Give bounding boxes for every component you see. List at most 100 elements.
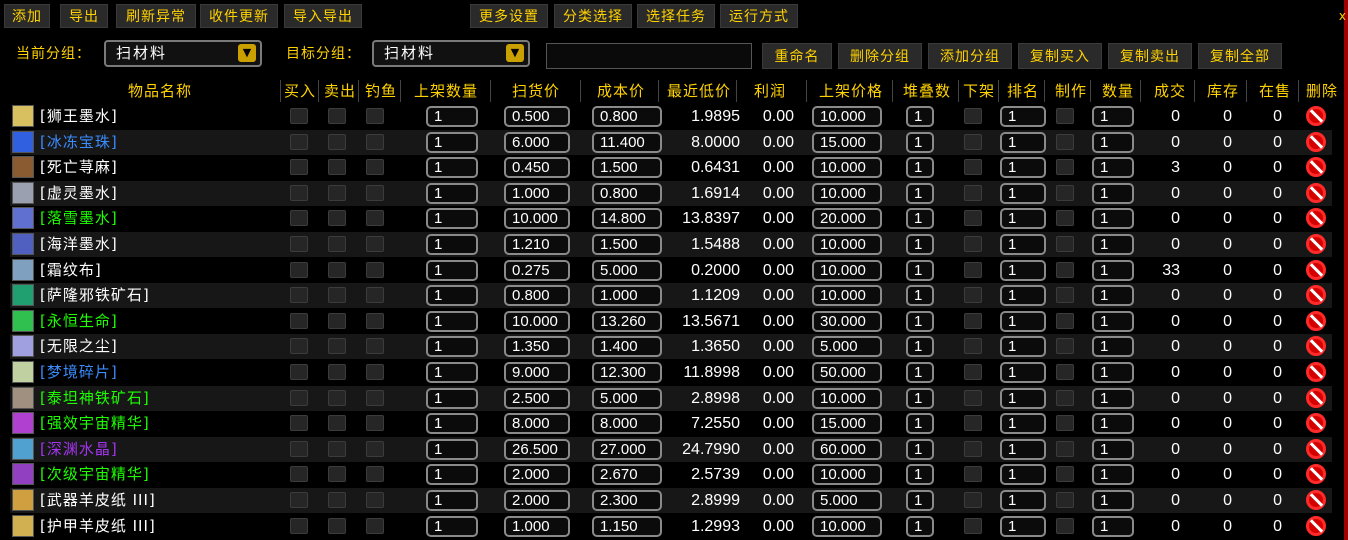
table-row[interactable]: [武器羊皮纸 III] 1 2.000 2.300 2.8999 0.00 5.000 1 1 1… <box>10 488 1332 513</box>
item-name-link[interactable]: [冰冻宝珠] <box>40 132 118 152</box>
sell-checkbox[interactable] <box>328 312 346 329</box>
count-input[interactable]: 1 <box>1092 182 1134 204</box>
fishing-checkbox[interactable] <box>366 108 384 124</box>
count-input[interactable]: 1 <box>1092 464 1134 486</box>
table-row[interactable]: [霜纹布] 1 0.275 5.000 0.2000 0.00 10.000 1 1 1 33 0 0 <box>10 258 1332 283</box>
rank-input[interactable]: 1 <box>1000 157 1046 179</box>
unlist-checkbox[interactable] <box>964 389 982 406</box>
buy-checkbox[interactable] <box>290 517 308 534</box>
list-qty-input[interactable]: 1 <box>426 234 478 255</box>
stack-input[interactable]: 1 <box>906 362 934 383</box>
sell-checkbox[interactable] <box>328 236 346 252</box>
cost-price-input[interactable]: 1.400 <box>592 336 662 358</box>
craft-checkbox[interactable] <box>1056 108 1074 124</box>
item-name-link[interactable]: [霜纹布] <box>40 260 102 280</box>
buy-checkbox[interactable] <box>290 415 308 432</box>
list-price-input[interactable]: 10.000 <box>812 464 882 486</box>
delete-icon[interactable] <box>1306 131 1326 152</box>
item-name-link[interactable]: [死亡荨麻] <box>40 157 118 177</box>
import-export-button[interactable]: 导入导出 <box>284 4 362 28</box>
list-price-input[interactable]: 10.000 <box>812 387 882 409</box>
item-name-link[interactable]: [护甲羊皮纸 III] <box>40 516 156 536</box>
cost-price-input[interactable]: 1.500 <box>592 157 662 179</box>
scan-price-input[interactable]: 26.500 <box>504 438 570 460</box>
category-select-button[interactable]: 分类选择 <box>554 4 632 28</box>
stack-input[interactable]: 1 <box>906 234 934 255</box>
count-input[interactable]: 1 <box>1092 157 1134 179</box>
craft-checkbox[interactable] <box>1056 287 1074 304</box>
count-input[interactable]: 1 <box>1092 490 1134 511</box>
item-name-link[interactable]: [虚灵墨水] <box>40 183 118 203</box>
unlist-checkbox[interactable] <box>964 261 982 278</box>
craft-checkbox[interactable] <box>1056 236 1074 252</box>
target-group-dropdown[interactable]: 扫材料 ▼ <box>372 40 530 67</box>
table-row[interactable]: [无限之尘] 1 1.350 1.400 1.3650 0.00 5.000 1 1 1 0 0 0 <box>10 334 1332 360</box>
list-price-input[interactable]: 10.000 <box>812 157 882 179</box>
unlist-checkbox[interactable] <box>964 159 982 176</box>
craft-checkbox[interactable] <box>1056 133 1074 150</box>
scan-price-input[interactable]: 1.210 <box>504 234 570 255</box>
delete-icon[interactable] <box>1306 182 1326 203</box>
fishing-checkbox[interactable] <box>366 492 384 508</box>
scan-price-input[interactable]: 2.500 <box>504 387 570 409</box>
unlist-checkbox[interactable] <box>964 466 982 483</box>
craft-checkbox[interactable] <box>1056 312 1074 329</box>
list-price-input[interactable]: 15.000 <box>812 131 882 153</box>
list-price-input[interactable]: 60.000 <box>812 438 882 460</box>
list-price-input[interactable]: 50.000 <box>812 362 882 383</box>
list-qty-input[interactable]: 1 <box>426 464 478 486</box>
list-price-input[interactable]: 5.000 <box>812 490 882 511</box>
craft-checkbox[interactable] <box>1056 210 1074 227</box>
list-qty-input[interactable]: 1 <box>426 362 478 383</box>
sell-checkbox[interactable] <box>328 338 346 355</box>
delete-icon[interactable] <box>1306 208 1326 229</box>
rename-button[interactable]: 重命名 <box>762 43 832 69</box>
sell-checkbox[interactable] <box>328 492 346 508</box>
list-price-input[interactable]: 10.000 <box>812 106 882 127</box>
unlist-checkbox[interactable] <box>964 236 982 252</box>
column-header[interactable]: 上架价格 <box>808 80 894 102</box>
unlist-checkbox[interactable] <box>964 492 982 508</box>
count-input[interactable]: 1 <box>1092 413 1134 435</box>
column-header[interactable]: 排名 <box>1000 80 1046 102</box>
export-button[interactable]: 导出 <box>60 4 108 28</box>
scan-price-input[interactable]: 2.000 <box>504 464 570 486</box>
current-group-dropdown[interactable]: 扫材料 ▼ <box>104 40 262 67</box>
table-row[interactable]: [虚灵墨水] 1 1.000 0.800 1.6914 0.00 10.000 1 1 1 0 0 0 <box>10 180 1332 206</box>
cost-price-input[interactable]: 0.800 <box>592 182 662 204</box>
craft-checkbox[interactable] <box>1056 517 1074 534</box>
fishing-checkbox[interactable] <box>366 466 384 483</box>
unlist-checkbox[interactable] <box>964 415 982 432</box>
item-name-link[interactable]: [武器羊皮纸 III] <box>40 490 156 510</box>
count-input[interactable]: 1 <box>1092 208 1134 230</box>
unlist-checkbox[interactable] <box>964 133 982 150</box>
scan-price-input[interactable]: 10.000 <box>504 208 570 230</box>
item-name-link[interactable]: [萨隆邪铁矿石] <box>40 285 150 305</box>
rank-input[interactable]: 1 <box>1000 362 1046 383</box>
buy-checkbox[interactable] <box>290 261 308 278</box>
fishing-checkbox[interactable] <box>366 236 384 252</box>
stack-input[interactable]: 1 <box>906 413 934 435</box>
item-name-link[interactable]: [梦境碎片] <box>40 362 118 382</box>
chevron-down-icon[interactable]: ▼ <box>238 44 256 62</box>
column-header[interactable]: 库存 <box>1198 80 1248 102</box>
column-header[interactable]: 上架数量 <box>404 80 488 102</box>
buy-checkbox[interactable] <box>290 133 308 150</box>
rank-input[interactable]: 1 <box>1000 438 1046 460</box>
delete-icon[interactable] <box>1306 310 1326 331</box>
item-name-link[interactable]: [深渊水晶] <box>40 439 118 459</box>
scan-price-input[interactable]: 2.000 <box>504 490 570 511</box>
refresh-errors-button[interactable]: 刷新异常 <box>116 4 196 28</box>
scan-price-input[interactable]: 0.450 <box>504 157 570 179</box>
list-price-input[interactable]: 10.000 <box>812 515 882 537</box>
item-name-link[interactable]: [次级宇宙精华] <box>40 464 150 484</box>
unlist-checkbox[interactable] <box>964 184 982 201</box>
column-header[interactable]: 成本价 <box>582 80 660 102</box>
rank-input[interactable]: 1 <box>1000 208 1046 230</box>
rank-input[interactable]: 1 <box>1000 259 1046 281</box>
run-mode-button[interactable]: 运行方式 <box>720 4 798 28</box>
stack-input[interactable]: 1 <box>906 285 934 307</box>
table-row[interactable]: [泰坦神铁矿石] 1 2.500 5.000 2.8998 0.00 10.000 1 1 1 0 0… <box>10 385 1332 411</box>
cost-price-input[interactable]: 12.300 <box>592 362 662 383</box>
more-settings-button[interactable]: 更多设置 <box>470 4 548 28</box>
